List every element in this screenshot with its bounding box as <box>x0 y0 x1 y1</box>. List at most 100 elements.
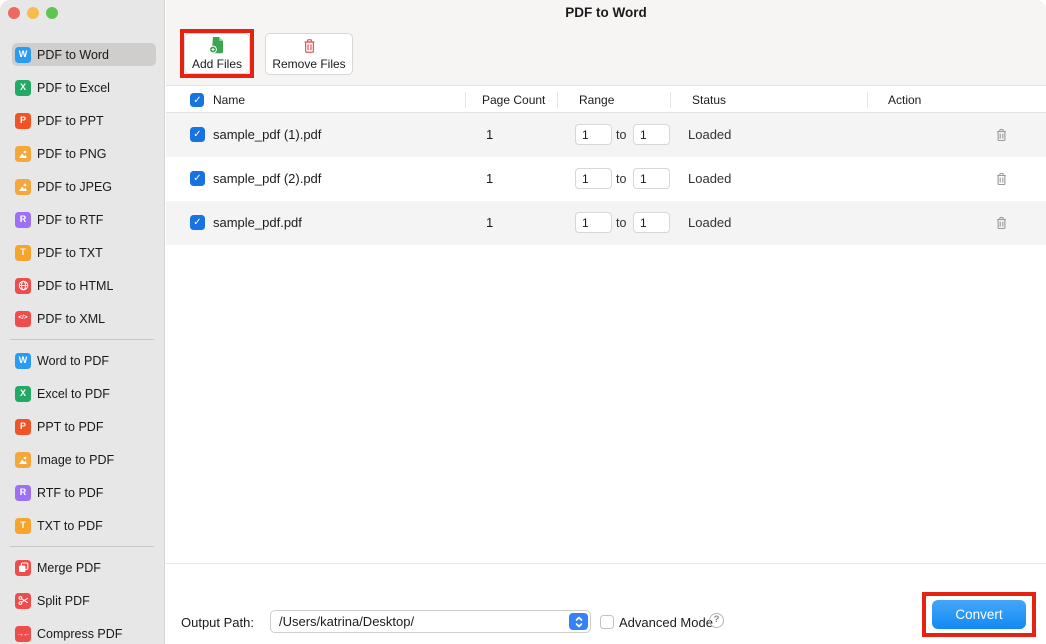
status-text: Loaded <box>688 171 732 186</box>
close-button[interactable] <box>8 7 20 19</box>
add-file-icon <box>208 37 223 54</box>
row-checkbox[interactable] <box>190 215 205 230</box>
globe-icon <box>15 277 31 294</box>
column-divider <box>465 92 466 108</box>
range-from-input[interactable] <box>575 168 612 189</box>
sidebar-item-excel-to-pdf[interactable]: X Excel to PDF <box>12 382 156 405</box>
sidebar-divider <box>10 546 154 547</box>
sidebar-item-label: PPT to PDF <box>37 419 104 434</box>
main-area: PDF to Word Add Files Remove Files ✓ Nam… <box>166 0 1046 644</box>
output-path-select[interactable]: /Users/katrina/Desktop/ <box>270 610 591 633</box>
column-header-status[interactable]: Status <box>692 93 726 107</box>
row-checkbox[interactable] <box>190 171 205 186</box>
sidebar-item-pdf-to-png[interactable]: PDF to PNG <box>12 142 156 165</box>
sidebar-item-label: PDF to PNG <box>37 146 107 161</box>
table-row[interactable]: sample_pdf (1).pdf 1 to Loaded <box>166 113 1046 157</box>
page-title: PDF to Word <box>565 5 647 20</box>
minimize-button[interactable] <box>27 7 39 19</box>
excel-icon: X <box>15 79 31 96</box>
sidebar-item-pdf-to-rtf[interactable]: R PDF to RTF <box>12 208 156 231</box>
merge-icon <box>15 559 31 576</box>
zoom-button[interactable] <box>46 7 58 19</box>
advanced-mode-checkbox[interactable] <box>600 615 614 629</box>
sidebar-item-compress-pdf[interactable]: →← Compress PDF <box>12 622 156 644</box>
trash-icon[interactable] <box>995 128 1009 142</box>
column-header-name[interactable]: Name <box>213 93 245 107</box>
sidebar-divider <box>10 339 154 340</box>
range-to-input[interactable] <box>633 124 670 145</box>
image-icon <box>15 145 31 162</box>
range-to-input[interactable] <box>633 168 670 189</box>
sidebar-item-txt-to-pdf[interactable]: T TXT to PDF <box>12 514 156 537</box>
footer-divider <box>166 563 1046 564</box>
table-header: Name Page Count Range Status Action <box>166 85 1046 113</box>
range-from-input[interactable] <box>575 212 612 233</box>
add-files-label: Add Files <box>191 57 243 71</box>
sidebar-item-ppt-to-pdf[interactable]: P PPT to PDF <box>12 415 156 438</box>
txt-icon: T <box>15 244 31 261</box>
image-icon <box>15 451 31 468</box>
page-count-value: 1 <box>486 215 494 230</box>
stepper-icon[interactable] <box>569 613 588 630</box>
table-row[interactable]: sample_pdf.pdf 1 to Loaded <box>166 201 1046 245</box>
range-separator-label: to <box>616 128 627 142</box>
file-name: sample_pdf.pdf <box>213 215 302 230</box>
sidebar-item-label: PDF to JPEG <box>37 179 113 194</box>
sidebar-item-label: PDF to Word <box>37 47 110 62</box>
trash-icon[interactable] <box>995 172 1009 186</box>
sidebar-item-split-pdf[interactable]: Split PDF <box>12 589 156 612</box>
sidebar-item-label: PDF to PPT <box>37 113 104 128</box>
code-icon: </> <box>15 310 31 327</box>
column-divider <box>557 92 558 108</box>
word-icon: W <box>15 352 31 369</box>
sidebar-item-label: PDF to TXT <box>37 245 103 260</box>
sidebar-item-pdf-to-word[interactable]: W PDF to Word <box>12 43 156 66</box>
range-to-input[interactable] <box>633 212 670 233</box>
sidebar-item-pdf-to-ppt[interactable]: P PDF to PPT <box>12 109 156 132</box>
status-text: Loaded <box>688 127 732 142</box>
convert-button[interactable]: Convert <box>932 600 1026 629</box>
rtf-icon: R <box>15 211 31 228</box>
page-count-value: 1 <box>486 127 494 142</box>
sidebar-item-label: Compress PDF <box>37 626 123 641</box>
sidebar-item-pdf-to-html[interactable]: PDF to HTML <box>12 274 156 297</box>
sidebar-item-label: TXT to PDF <box>37 518 103 533</box>
trash-icon[interactable] <box>995 216 1009 230</box>
sidebar-item-label: Merge PDF <box>37 560 101 575</box>
row-checkbox[interactable] <box>190 127 205 142</box>
table-row[interactable]: sample_pdf (2).pdf 1 to Loaded <box>166 157 1046 201</box>
advanced-mode-label: Advanced Mode <box>619 615 713 630</box>
sidebar-item-pdf-to-xml[interactable]: </> PDF to XML <box>12 307 156 330</box>
sidebar-item-pdf-to-txt[interactable]: T PDF to TXT <box>12 241 156 264</box>
txt-icon: T <box>15 517 31 534</box>
column-divider <box>867 92 868 108</box>
help-icon[interactable]: ? <box>709 613 724 628</box>
add-files-button[interactable]: Add Files <box>184 33 250 74</box>
sidebar-item-label: Excel to PDF <box>37 386 110 401</box>
excel-icon: X <box>15 385 31 402</box>
sidebar-item-pdf-to-jpeg[interactable]: PDF to JPEG <box>12 175 156 198</box>
sidebar-item-label: PDF to RTF <box>37 212 104 227</box>
sidebar-item-word-to-pdf[interactable]: W Word to PDF <box>12 349 156 372</box>
column-header-page-count[interactable]: Page Count <box>482 93 545 107</box>
column-divider <box>670 92 671 108</box>
ppt-icon: P <box>15 112 31 129</box>
sidebar-item-image-to-pdf[interactable]: Image to PDF <box>12 448 156 471</box>
image-icon <box>15 178 31 195</box>
sidebar-item-merge-pdf[interactable]: Merge PDF <box>12 556 156 579</box>
column-header-action[interactable]: Action <box>888 93 921 107</box>
range-separator-label: to <box>616 216 627 230</box>
status-text: Loaded <box>688 215 732 230</box>
select-all-checkbox[interactable] <box>190 93 205 108</box>
rtf-icon: R <box>15 484 31 501</box>
file-name: sample_pdf (1).pdf <box>213 127 322 142</box>
range-from-input[interactable] <box>575 124 612 145</box>
page-count-value: 1 <box>486 171 494 186</box>
sidebar-item-pdf-to-excel[interactable]: X PDF to Excel <box>12 76 156 99</box>
sidebar-item-rtf-to-pdf[interactable]: R RTF to PDF <box>12 481 156 504</box>
column-header-range[interactable]: Range <box>579 93 614 107</box>
output-path-label: Output Path: <box>181 615 254 630</box>
sidebar-item-label: PDF to Excel <box>37 80 110 95</box>
remove-files-button[interactable]: Remove Files <box>265 33 353 75</box>
sidebar-item-label: RTF to PDF <box>37 485 104 500</box>
